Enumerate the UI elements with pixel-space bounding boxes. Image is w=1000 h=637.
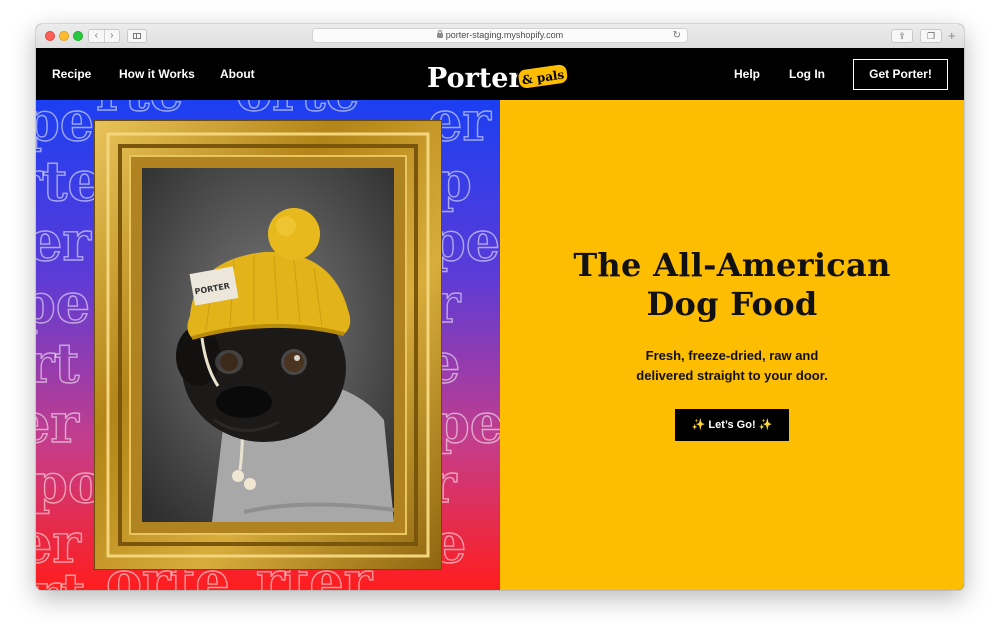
nav-link-how-it-works[interactable]: How it Works — [119, 48, 195, 100]
nav-link-help[interactable]: Help — [734, 48, 760, 100]
get-porter-button[interactable]: Get Porter! — [853, 59, 948, 90]
hero-subtext-line-1: Fresh, freeze-dried, raw and — [645, 348, 819, 363]
sidebar-toggle-button[interactable] — [127, 29, 147, 43]
address-url: porter-staging.myshopify.com — [445, 30, 564, 40]
svg-text:rt: rt — [36, 331, 79, 395]
hero-subtext-line-2: delivered straight to your door. — [636, 368, 828, 383]
back-icon[interactable]: ‹ — [89, 30, 105, 42]
reload-icon[interactable]: ↻ — [673, 29, 681, 42]
picture-frame: PORTER — [94, 120, 442, 570]
history-buttons: ‹ › — [88, 29, 120, 43]
close-window-button[interactable] — [45, 31, 55, 41]
new-tab-button[interactable]: + — [948, 29, 956, 43]
svg-text:pe: pe — [432, 391, 500, 455]
hero-content-panel: The All-American Dog Food Fresh, freeze-… — [500, 100, 964, 590]
hero-headline-line-2: Dog Food — [646, 285, 818, 323]
browser-window: ‹ › porter-staging.myshopify.com ↻ ⇪ ❐ +… — [36, 24, 964, 590]
hero-headline: The All-American Dog Food — [500, 246, 964, 324]
share-icon[interactable]: ⇪ — [891, 29, 913, 43]
svg-text:rt: rt — [36, 561, 85, 590]
svg-text:pe: pe — [36, 271, 90, 335]
nav-link-about[interactable]: About — [220, 48, 255, 100]
forward-icon[interactable]: › — [105, 30, 120, 42]
lock-icon — [436, 30, 443, 38]
sidebar-icon — [133, 33, 141, 39]
logo-wordmark: Porter — [427, 63, 523, 92]
address-bar[interactable]: porter-staging.myshopify.com ↻ — [312, 28, 688, 43]
nav-link-recipe[interactable]: Recipe — [52, 48, 91, 100]
porter-pals-logo[interactable]: Porter & pals — [426, 60, 572, 92]
svg-text:er: er — [36, 391, 79, 455]
hero-art-panel: perteer perter poerrt erppe repe re rteo… — [36, 100, 500, 590]
tabs-icon[interactable]: ❐ — [920, 29, 942, 43]
beanie-pompom — [268, 208, 320, 260]
browser-toolbar: ‹ › porter-staging.myshopify.com ↻ ⇪ ❐ + — [36, 24, 964, 49]
svg-text:pe: pe — [36, 100, 94, 153]
hero-subtext: Fresh, freeze-dried, raw and delivered s… — [500, 346, 964, 386]
hero-headline-line-1: The All-American — [573, 246, 891, 284]
nav-link-log-in[interactable]: Log In — [789, 48, 825, 100]
minimize-window-button[interactable] — [59, 31, 69, 41]
svg-text:er: er — [36, 209, 91, 273]
zoom-window-button[interactable] — [73, 31, 83, 41]
svg-text:rte: rte — [36, 149, 102, 213]
lets-go-button[interactable]: ✨ Let’s Go! ✨ — [675, 409, 789, 441]
